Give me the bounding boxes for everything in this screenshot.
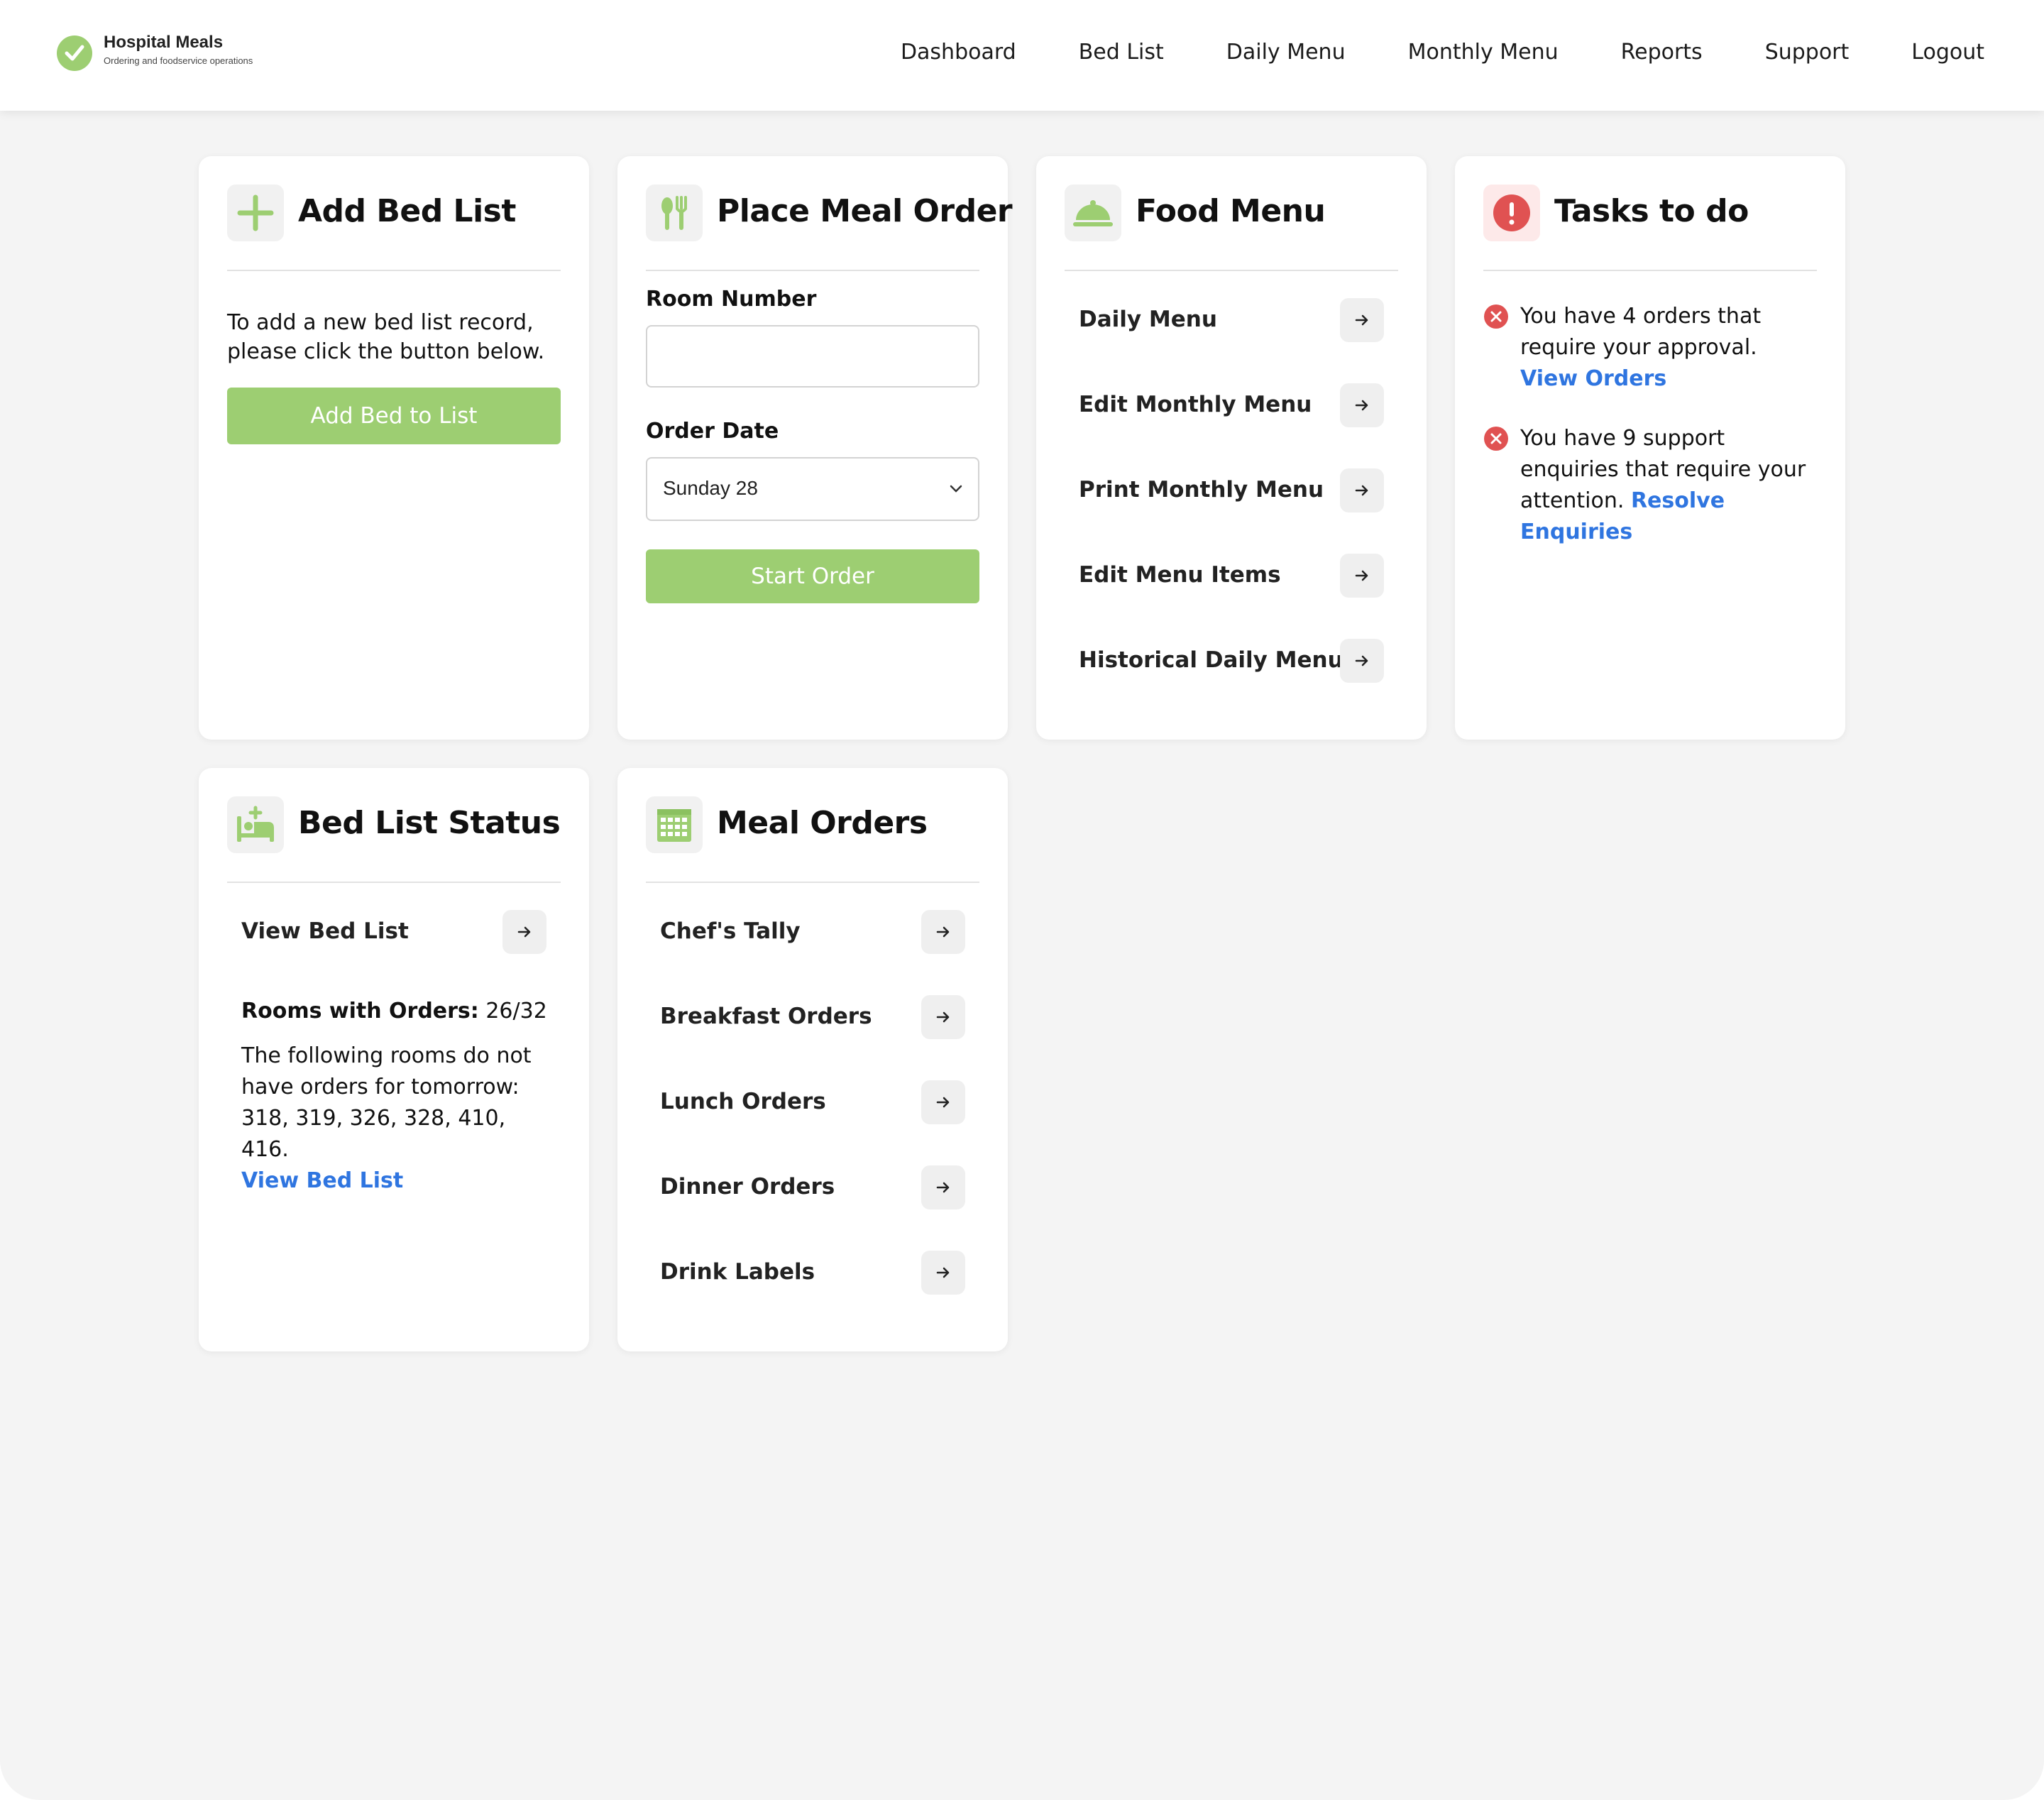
arrow-right-icon[interactable] (921, 910, 965, 954)
card-title: Bed List Status (298, 805, 561, 841)
menu-link-label: Edit Monthly Menu (1079, 392, 1312, 417)
chevron-down-icon (950, 485, 962, 493)
menu-link-label: Daily Menu (1079, 307, 1217, 332)
brand-title: Hospital Meals (104, 33, 224, 52)
add-bed-button[interactable]: Add Bed to List (227, 388, 561, 444)
nav-dashboard[interactable]: Dashboard (901, 40, 1016, 65)
divider (646, 270, 979, 271)
alert-icon (1483, 185, 1540, 241)
menu-link-edit-monthly-menu[interactable]: Edit Monthly Menu (1065, 383, 1398, 429)
order-link-label: Lunch Orders (660, 1089, 826, 1114)
bed-list-status-card: Bed List Status View Bed List Rooms with… (199, 768, 589, 1351)
order-link-label: Drink Labels (660, 1259, 815, 1285)
food-menu-card: Food Menu Daily Menu Edit Monthly Menu P… (1036, 156, 1427, 740)
arrow-right-icon[interactable] (921, 1251, 965, 1295)
main-nav: Dashboard Bed List Daily Menu Monthly Me… (838, 40, 1984, 65)
arrow-right-icon[interactable] (502, 910, 546, 954)
arrow-right-icon[interactable] (1340, 554, 1384, 598)
view-orders-link[interactable]: View Orders (1520, 366, 1666, 391)
arrow-right-icon[interactable] (921, 1080, 965, 1124)
view-bed-list-link[interactable]: View Bed List (241, 1165, 539, 1197)
menu-link-historical-daily-menu[interactable]: Historical Daily Menu (1065, 639, 1398, 684)
divider (227, 270, 561, 271)
arrow-right-icon[interactable] (921, 1165, 965, 1209)
hospital-bed-icon (227, 796, 284, 853)
divider (646, 882, 979, 883)
missing-orders-message: The following rooms do not have orders f… (241, 1043, 532, 1162)
menu-link-label: Edit Menu Items (1079, 562, 1281, 588)
card-title: Add Bed List (298, 193, 516, 229)
view-bed-list-row[interactable]: View Bed List (227, 910, 561, 955)
nav-bed-list[interactable]: Bed List (1079, 40, 1164, 65)
rooms-with-orders-value: 26/32 (485, 999, 547, 1024)
nav-reports[interactable]: Reports (1621, 40, 1703, 65)
order-link-dinner[interactable]: Dinner Orders (646, 1165, 979, 1211)
task-message: You have 4 orders that require your appr… (1520, 304, 1762, 360)
order-link-label: Chef's Tally (660, 918, 801, 944)
task-text: You have 4 orders that require your appr… (1520, 301, 1818, 395)
order-link-lunch[interactable]: Lunch Orders (646, 1080, 979, 1126)
arrow-right-icon[interactable] (1340, 383, 1384, 427)
utensils-icon (646, 185, 703, 241)
top-navigation-bar: Hospital Meals Ordering and foodservice … (0, 0, 2044, 111)
nav-monthly-menu[interactable]: Monthly Menu (1408, 40, 1559, 65)
view-bed-list-label: View Bed List (241, 918, 409, 944)
order-link-breakfast[interactable]: Breakfast Orders (646, 995, 979, 1041)
order-date-label: Order Date (646, 419, 779, 444)
menu-link-print-monthly-menu[interactable]: Print Monthly Menu (1065, 468, 1398, 514)
cloche-icon (1065, 185, 1121, 241)
calendar-grid-icon (646, 796, 703, 853)
nav-support[interactable]: Support (1765, 40, 1850, 65)
arrow-right-icon[interactable] (921, 995, 965, 1039)
rooms-with-orders-label: Rooms with Orders: (241, 999, 479, 1024)
room-number-label: Room Number (646, 287, 817, 312)
menu-link-label: Historical Daily Menu (1079, 647, 1344, 673)
order-link-label: Breakfast Orders (660, 1004, 872, 1029)
order-date-value: Sunday 28 (663, 477, 758, 499)
tasks-card: Tasks to do You have 4 orders that requi… (1455, 156, 1845, 740)
add-bed-list-card: Add Bed List To add a new bed list recor… (199, 156, 589, 740)
divider (1065, 270, 1398, 271)
start-order-button[interactable]: Start Order (646, 549, 979, 603)
rooms-with-orders: Rooms with Orders: 26/32 (241, 997, 547, 1026)
card-title: Tasks to do (1554, 193, 1749, 229)
divider (227, 882, 561, 883)
card-title: Food Menu (1136, 193, 1326, 229)
order-link-drink-labels[interactable]: Drink Labels (646, 1251, 979, 1296)
place-meal-order-card: Place Meal Order Room Number Order Date … (617, 156, 1013, 740)
plus-icon (227, 185, 284, 241)
room-number-input[interactable] (646, 325, 979, 388)
missing-orders-text: The following rooms do not have orders f… (241, 1041, 539, 1197)
nav-daily-menu[interactable]: Daily Menu (1226, 40, 1346, 65)
add-bed-description: To add a new bed list record, please cli… (227, 310, 545, 364)
meal-orders-card: Meal Orders Chef's Tally Breakfast Order… (617, 768, 1008, 1351)
close-circle-icon (1484, 427, 1508, 451)
menu-link-edit-menu-items[interactable]: Edit Menu Items (1065, 554, 1398, 599)
card-title: Meal Orders (717, 805, 928, 841)
brand-subtitle: Ordering and foodservice operations (104, 55, 253, 66)
menu-link-label: Print Monthly Menu (1079, 477, 1324, 503)
arrow-right-icon[interactable] (1340, 298, 1384, 342)
nav-logout[interactable]: Logout (1911, 40, 1984, 65)
card-title: Place Meal Order (717, 193, 1013, 229)
divider (1483, 270, 1817, 271)
check-circle-icon (57, 35, 92, 71)
arrow-right-icon[interactable] (1340, 639, 1384, 683)
order-link-chefs-tally[interactable]: Chef's Tally (646, 910, 979, 955)
close-circle-icon (1484, 304, 1508, 329)
order-date-select[interactable]: Sunday 28 (646, 457, 979, 521)
order-link-label: Dinner Orders (660, 1174, 835, 1200)
arrow-right-icon[interactable] (1340, 468, 1384, 512)
menu-link-daily-menu[interactable]: Daily Menu (1065, 298, 1398, 344)
task-text: You have 9 support enquiries that requir… (1520, 423, 1818, 548)
